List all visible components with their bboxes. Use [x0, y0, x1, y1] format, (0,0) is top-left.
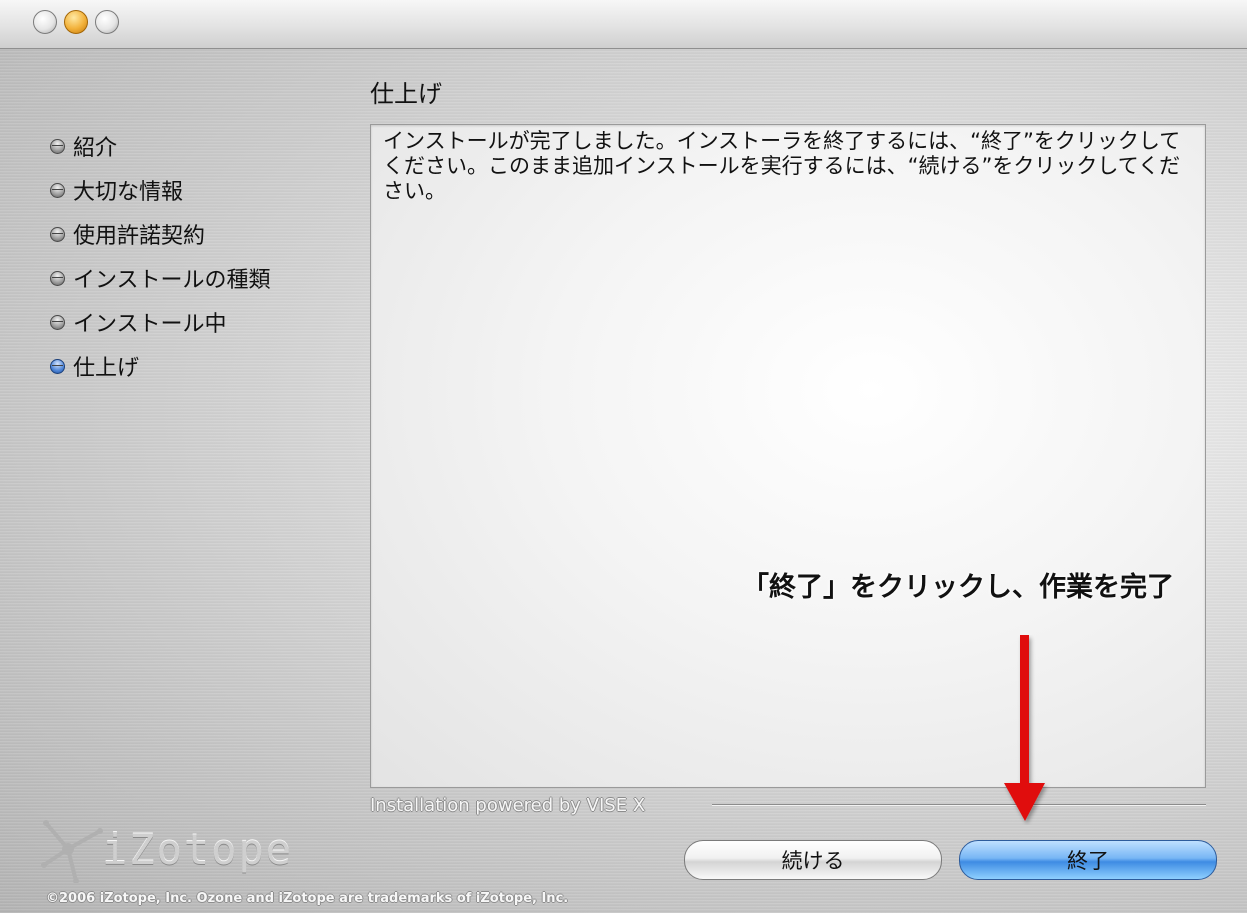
sidebar-step-install-type: インストールの種類 [50, 256, 350, 300]
step-label: 使用許諾契約 [73, 224, 206, 249]
step-bullet-icon [50, 314, 65, 330]
step-label: 大切な情報 [73, 180, 184, 205]
continue-button[interactable]: 続ける [684, 840, 942, 880]
content-panel: インストールが完了しました。インストーラを終了するには、“終了”をクリックしてく… [370, 124, 1206, 788]
powered-by-text: Installation powered by VISE X [370, 795, 646, 816]
step-label: 仕上げ [73, 356, 140, 381]
quit-button[interactable]: 終了 [959, 840, 1217, 880]
step-bullet-icon [50, 226, 65, 242]
red-arrow-icon [1004, 635, 1045, 821]
step-bullet-icon [50, 138, 65, 154]
step-label: 紹介 [73, 136, 118, 161]
zoom-window-icon[interactable] [95, 10, 119, 34]
quit-button-label: 終了 [1067, 849, 1109, 873]
copyright-text: ©2006 iZotope, Inc. Ozone and iZotope ar… [46, 891, 569, 906]
annotation-callout: 「終了」をクリックし、作業を完了 [742, 572, 1174, 603]
step-label: インストールの種類 [73, 268, 271, 293]
sidebar-step-finish: 仕上げ [50, 344, 350, 388]
footer-divider [712, 804, 1206, 805]
continue-button-label: 続ける [781, 849, 845, 873]
minimize-window-icon[interactable] [64, 10, 88, 34]
step-bullet-icon [50, 182, 65, 198]
logo-wordmark: iZotope [102, 825, 294, 874]
step-bullet-icon [50, 270, 65, 286]
sidebar-step-license: 使用許諾契約 [50, 212, 350, 256]
installer-steps-sidebar: 紹介 大切な情報 使用許諾契約 インストールの種類 インストール中 仕上げ [50, 124, 350, 388]
active-step-bullet-icon [50, 358, 65, 374]
izotope-logo: iZotope [36, 815, 291, 887]
close-window-icon[interactable] [33, 10, 57, 34]
izotope-logo-icon [41, 820, 103, 884]
sidebar-step-installing: インストール中 [50, 300, 350, 344]
page-title: 仕上げ [370, 80, 442, 108]
title-bar [0, 0, 1247, 49]
sidebar-step-important-info: 大切な情報 [50, 168, 350, 212]
installer-window: 紹介 大切な情報 使用許諾契約 インストールの種類 インストール中 仕上げ 仕上… [0, 0, 1247, 913]
step-label: インストール中 [73, 312, 227, 337]
sidebar-step-introduction: 紹介 [50, 124, 350, 168]
completion-message: インストールが完了しました。インストーラを終了するには、“終了”をクリックしてく… [383, 129, 1181, 203]
